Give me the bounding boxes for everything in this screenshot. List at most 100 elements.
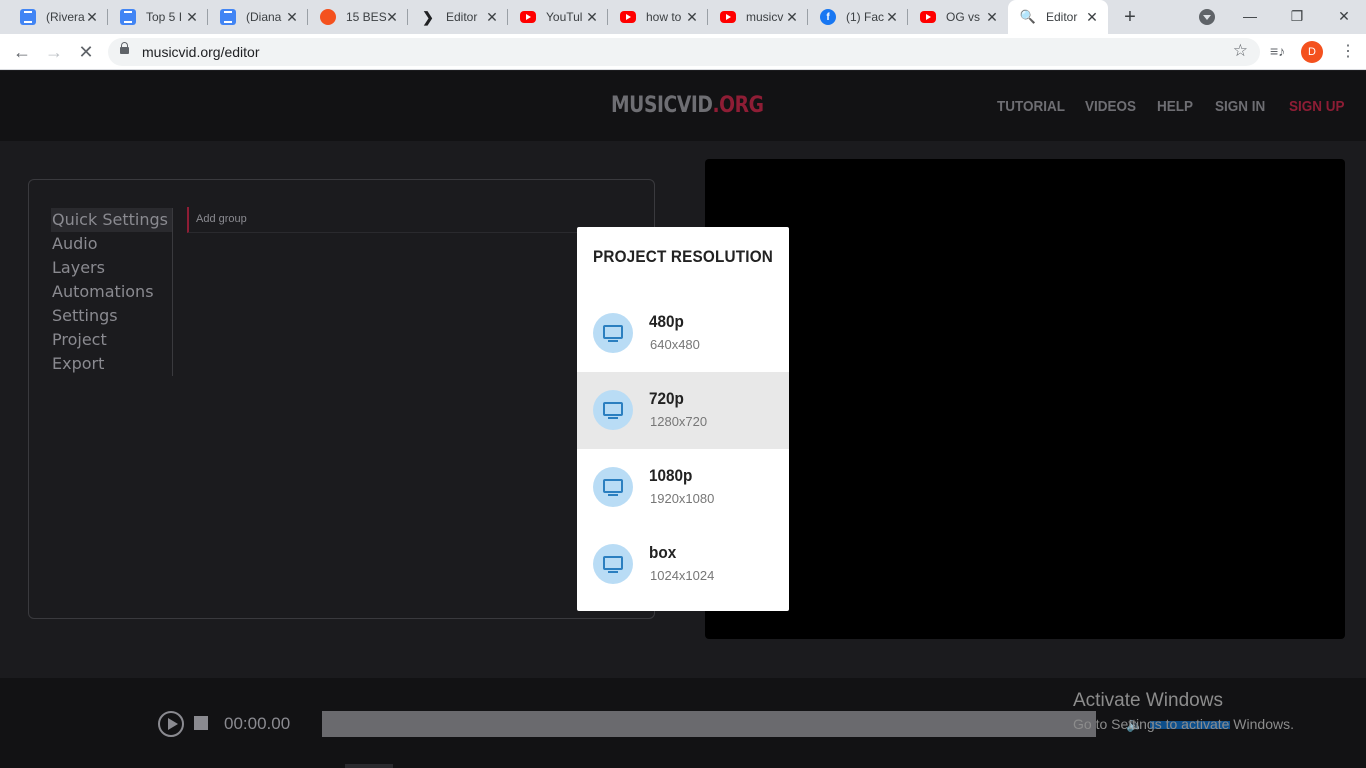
dialog-title: PROJECT RESOLUTION	[592, 247, 774, 266]
nav-tutorial[interactable]: TUTORIAL	[997, 98, 1065, 115]
close-icon[interactable]: ✕	[484, 9, 500, 25]
browser-tab[interactable]: YouTul ✕	[508, 0, 608, 34]
tab-title: 15 BES	[346, 10, 386, 24]
tab-title: OG vs	[946, 10, 981, 24]
search-icon: 🔍	[1019, 9, 1037, 24]
side-menu-audio[interactable]: Audio	[51, 232, 172, 256]
browser-tab[interactable]: (Diana ✕	[208, 0, 308, 34]
site-logo[interactable]: MUSICVID.ORG	[611, 93, 764, 118]
tab-title: (Diana	[246, 10, 282, 24]
youtube-icon	[620, 11, 636, 23]
resolution-name: 720p	[649, 389, 684, 408]
browser-tab[interactable]: how to ✕	[608, 0, 708, 34]
docs-icon	[120, 9, 136, 25]
side-menu-settings[interactable]: Settings	[51, 304, 172, 328]
close-icon[interactable]: ✕	[84, 9, 100, 25]
nav-sign-up[interactable]: SIGN UP	[1289, 98, 1345, 115]
side-menu-export[interactable]: Export	[51, 352, 172, 376]
tab-title: (1) Fac	[846, 10, 885, 24]
browser-tab-active[interactable]: 🔍 Editor ✕	[1008, 0, 1108, 34]
close-icon[interactable]: ✕	[684, 9, 700, 25]
monitor-icon	[593, 467, 633, 507]
window-close-icon[interactable]: ✕	[1332, 6, 1356, 26]
side-menu: Quick Settings Audio Layers Automations …	[51, 208, 173, 376]
nav-sign-in[interactable]: SIGN IN	[1215, 98, 1265, 115]
editor-icon: ❯	[422, 8, 434, 25]
timecode: 00:00.00	[224, 714, 291, 733]
youtube-icon	[520, 11, 536, 23]
browser-tab[interactable]: ❯ Editor ✕	[408, 0, 508, 34]
side-menu-project[interactable]: Project	[51, 328, 172, 352]
media-control-icon[interactable]: ≡♪	[1270, 43, 1285, 59]
youtube-icon	[920, 11, 936, 23]
restore-icon[interactable]: ❐	[1285, 6, 1309, 26]
close-icon[interactable]: ✕	[384, 9, 400, 25]
docs-icon	[20, 9, 36, 25]
resolution-option-box[interactable]: box 1024x1024	[577, 526, 789, 603]
forward-arrow-icon[interactable]: →	[42, 40, 66, 64]
close-icon[interactable]: ✕	[1084, 9, 1100, 25]
monitor-icon	[593, 544, 633, 584]
project-resolution-dialog: PROJECT RESOLUTION 480p 640x480 720p 128…	[577, 227, 789, 611]
close-icon[interactable]: ✕	[884, 9, 900, 25]
address-bar[interactable]: musicvid.org/editor ☆	[108, 38, 1260, 66]
horizontal-scrollbar[interactable]	[345, 764, 393, 768]
resolution-option-480p[interactable]: 480p 640x480	[577, 295, 789, 372]
site-header: MUSICVID.ORG TUTORIAL VIDEOS HELP SIGN I…	[0, 71, 1366, 141]
close-icon[interactable]: ✕	[584, 9, 600, 25]
close-icon[interactable]: ✕	[784, 9, 800, 25]
settings-panel: Quick Settings Audio Layers Automations …	[28, 179, 655, 619]
tab-title: how to	[646, 10, 682, 24]
close-icon[interactable]: ✕	[984, 9, 1000, 25]
logo-main-text: MUSICVID	[611, 93, 713, 118]
nav-help[interactable]: HELP	[1157, 98, 1193, 115]
resolution-name: box	[649, 543, 677, 562]
timeline-scrubber[interactable]	[322, 711, 1096, 737]
stop-loading-icon[interactable]: ✕	[74, 40, 98, 64]
side-menu-layers[interactable]: Layers	[51, 256, 172, 280]
watermark-subtitle: Go to Settings to activate Windows.	[1073, 716, 1294, 732]
new-tab-icon[interactable]: +	[1118, 5, 1142, 29]
resolution-dimensions: 640x480	[650, 337, 700, 352]
youtube-icon	[720, 11, 736, 23]
nav-videos[interactable]: VIDEOS	[1085, 98, 1136, 115]
resolution-dimensions: 1920x1080	[650, 491, 715, 506]
browser-tab[interactable]: musicv ✕	[708, 0, 808, 34]
browser-tab[interactable]: f (1) Fac ✕	[808, 0, 908, 34]
monitor-icon	[593, 390, 633, 430]
tab-title: Editor	[1046, 10, 1078, 24]
resolution-dimensions: 1280x720	[650, 414, 708, 429]
browser-tab[interactable]: OG vs ✕	[908, 0, 1008, 34]
stop-icon[interactable]	[194, 716, 208, 730]
back-arrow-icon[interactable]: ←	[10, 40, 34, 64]
browser-tab-bar: (Rivera ✕ Top 5 I ✕ (Diana ✕ 15 BES ✕ ❯ …	[0, 0, 1366, 34]
resolution-option-1080p[interactable]: 1080p 1920x1080	[577, 449, 789, 526]
monitor-icon	[593, 313, 633, 353]
resolution-name: 1080p	[649, 466, 693, 485]
orange-site-icon	[320, 9, 336, 25]
more-menu-icon[interactable]: ⋮	[1340, 42, 1356, 62]
side-menu-quick-settings[interactable]: Quick Settings	[51, 208, 172, 232]
video-preview-canvas	[705, 159, 1345, 639]
bookmark-star-icon[interactable]: ☆	[1233, 41, 1248, 61]
browser-tab[interactable]: 15 BES ✕	[308, 0, 408, 34]
lock-icon	[120, 42, 129, 54]
profile-avatar[interactable]: D	[1301, 41, 1323, 63]
minimize-icon[interactable]: —	[1238, 6, 1262, 26]
browser-tab[interactable]: (Rivera ✕	[8, 0, 108, 34]
logo-tld-text: .ORG	[712, 93, 764, 118]
browser-toolbar: ← → ✕ musicvid.org/editor ☆ ≡♪ D ⋮	[0, 34, 1366, 70]
resolution-dimensions: 1024x1024	[650, 568, 715, 583]
resolution-name: 480p	[649, 312, 684, 331]
tab-title: Top 5 I	[146, 10, 183, 24]
resolution-option-720p[interactable]: 720p 1280x720	[577, 372, 789, 449]
side-menu-automations[interactable]: Automations	[51, 280, 172, 304]
facebook-icon: f	[820, 9, 836, 25]
close-icon[interactable]: ✕	[184, 9, 200, 25]
watermark-title: Activate Windows	[1073, 690, 1223, 711]
tab-title: musicv	[746, 10, 784, 24]
close-icon[interactable]: ✕	[284, 9, 300, 25]
play-icon[interactable]	[158, 711, 184, 737]
tab-search-icon[interactable]	[1199, 9, 1215, 25]
browser-tab[interactable]: Top 5 I ✕	[108, 0, 208, 34]
